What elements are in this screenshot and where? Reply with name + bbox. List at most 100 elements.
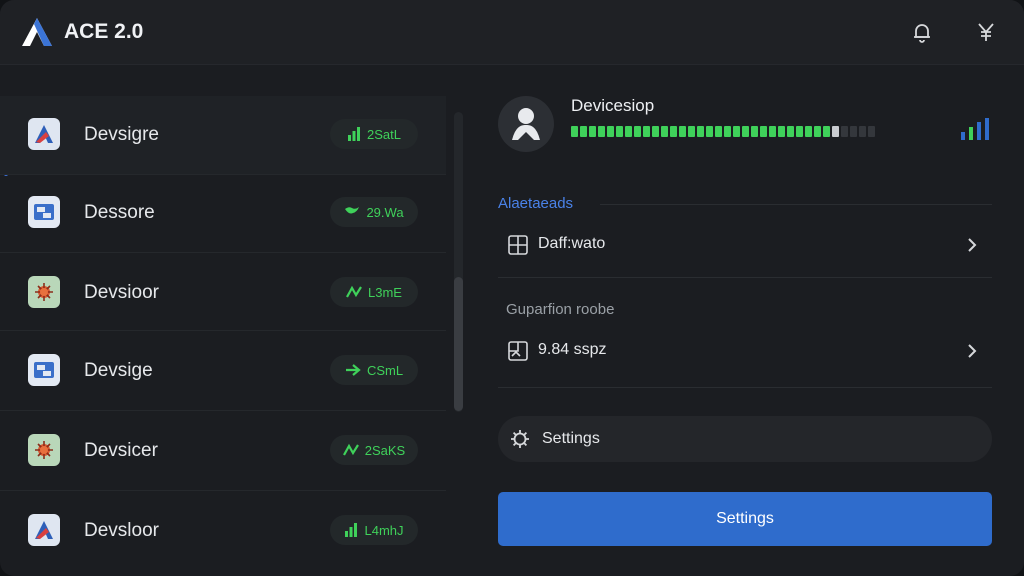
- settings-row-label: Settings: [542, 430, 600, 447]
- progress-bar: [571, 126, 875, 137]
- badge-value: L3mE: [368, 284, 402, 300]
- divider: [498, 277, 992, 278]
- device-row[interactable]: Devsigre 2SatL: [0, 96, 446, 175]
- notifications-button[interactable]: [908, 18, 936, 46]
- grid-icon: [508, 235, 528, 255]
- progress-segment: [850, 126, 857, 137]
- progress-segment: [625, 126, 632, 137]
- signal-strength-icon: [961, 118, 989, 140]
- progress-segment: [580, 126, 587, 137]
- device-row[interactable]: Devsioor L3mE: [0, 252, 446, 331]
- progress-segment: [814, 126, 821, 137]
- app-title: ACE 2.0: [64, 20, 144, 43]
- status-badge: L3mE: [330, 277, 418, 307]
- trend-icon: [346, 285, 362, 298]
- progress-segment: [607, 126, 614, 137]
- progress-segment: [589, 126, 596, 137]
- progress-segment: [697, 126, 704, 137]
- progress-segment: [733, 126, 740, 137]
- progress-segment: [769, 126, 776, 137]
- avatar: [498, 96, 554, 152]
- progress-segment: [616, 126, 623, 137]
- progress-segment: [571, 126, 578, 137]
- device-name: Devsigre: [84, 124, 159, 145]
- progress-segment: [724, 126, 731, 137]
- progress-segment: [787, 126, 794, 137]
- signal-bars-icon: [348, 127, 360, 141]
- progress-segment: [634, 126, 641, 137]
- section-2-item-label: 9.84 sspz: [538, 341, 607, 358]
- section-2-item[interactable]: 9.84 sspz: [498, 329, 992, 373]
- app-window: ACE 2.0 Devsigre 2SatL Dessore 29.Wa Dev…: [0, 0, 1024, 576]
- signal-bars-icon: [345, 523, 358, 537]
- device-row[interactable]: Dessore 29.Wa: [0, 174, 446, 253]
- progress-segment: [823, 126, 830, 137]
- badge-value: 29.Wa: [366, 204, 404, 220]
- progress-segment: [859, 126, 866, 137]
- progress-segment: [832, 126, 839, 137]
- section-1-item-label: Daff:wato: [538, 235, 606, 252]
- progress-segment: [688, 126, 695, 137]
- progress-segment: [652, 126, 659, 137]
- badge-value: 2SaKS: [364, 442, 406, 458]
- user-silhouette-icon: [512, 108, 540, 140]
- arrow-right-icon: [345, 364, 361, 376]
- progress-segment: [760, 126, 767, 137]
- progress-segment: [796, 126, 803, 137]
- section-label-2: Guparfion roobe: [506, 301, 615, 318]
- logo-tile-icon: [28, 118, 60, 150]
- bug-icon: [28, 434, 60, 466]
- status-badge: 2SatL: [330, 119, 418, 149]
- chip-card-icon: [28, 354, 60, 386]
- device-row[interactable]: Devsicer 2SaKS: [0, 412, 446, 491]
- device-name: Devsicer: [84, 440, 158, 461]
- device-row[interactable]: Devsloor L4mhJ: [0, 492, 446, 570]
- ace-logo-icon: [22, 18, 52, 46]
- device-list: Devsigre 2SatL Dessore 29.Wa Devsioor L3…: [0, 96, 446, 576]
- progress-segment: [751, 126, 758, 137]
- device-name: Devsioor: [84, 282, 159, 303]
- device-row[interactable]: Devsige CSmL: [0, 332, 446, 411]
- progress-segment: [661, 126, 668, 137]
- detail-panel: Devicesiop Alaetaeads Daff:wato Guparfio…: [470, 66, 1024, 576]
- badge-value: L4mhJ: [364, 522, 404, 538]
- progress-segment: [670, 126, 677, 137]
- divider: [498, 387, 992, 388]
- trend-icon: [342, 443, 359, 456]
- progress-segment: [841, 126, 848, 137]
- badge-value: CSmL: [366, 362, 404, 378]
- status-badge: CSmL: [330, 355, 418, 385]
- badge-value: 2SatL: [367, 126, 401, 142]
- progress-segment: [679, 126, 686, 137]
- section-label-1: Alaetaeads: [498, 195, 574, 212]
- device-name: Dessore: [84, 202, 155, 223]
- section-1-item[interactable]: Daff:wato: [498, 223, 992, 267]
- progress-segment: [643, 126, 650, 137]
- progress-segment: [805, 126, 812, 137]
- device-name: Devsige: [84, 360, 153, 381]
- progress-segment: [598, 126, 605, 137]
- bug-icon: [28, 276, 60, 308]
- settings-row[interactable]: Settings: [498, 416, 992, 462]
- title-bar: ACE 2.0: [0, 0, 1024, 65]
- yen-icon: [978, 23, 994, 41]
- bell-icon: [914, 24, 930, 43]
- gear-icon: [511, 430, 529, 448]
- currency-button[interactable]: [972, 18, 1000, 46]
- progress-segment: [742, 126, 749, 137]
- scrollbar-thumb[interactable]: [454, 277, 463, 411]
- status-badge: L4mhJ: [330, 515, 418, 545]
- chip-card-icon: [28, 196, 60, 228]
- status-badge: 2SaKS: [330, 435, 418, 465]
- image-edit-icon: [508, 341, 528, 361]
- settings-button[interactable]: Settings: [498, 492, 992, 546]
- logo-tile-icon: [28, 514, 60, 546]
- device-title: Devicesiop: [571, 96, 655, 115]
- device-name: Devsloor: [84, 520, 159, 541]
- divider: [600, 204, 992, 205]
- scrollbar[interactable]: [454, 112, 463, 412]
- progress-segment: [868, 126, 875, 137]
- chevron-right-icon: [968, 238, 977, 252]
- status-badge: 29.Wa: [330, 197, 418, 227]
- progress-segment: [715, 126, 722, 137]
